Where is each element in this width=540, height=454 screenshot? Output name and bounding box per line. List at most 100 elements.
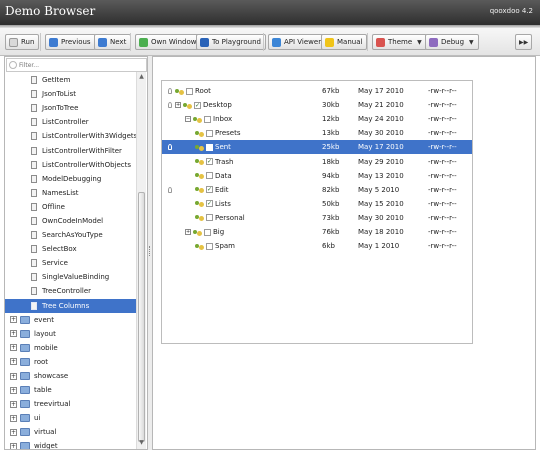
- tree-row[interactable]: + Big 76kb May 18 2010 -rw-r--r--: [162, 225, 472, 239]
- sidebar-category[interactable]: + root: [5, 355, 137, 369]
- sidebar-item-label: ListControllerWithFilter: [42, 146, 122, 155]
- sidebar-category[interactable]: + widget: [5, 439, 137, 449]
- row-checkbox[interactable]: ✓: [194, 101, 201, 109]
- expand-icon[interactable]: +: [10, 316, 17, 324]
- overflow-button[interactable]: ▶▶: [515, 34, 533, 50]
- collapse-icon[interactable]: −: [185, 116, 191, 123]
- sidebar-category[interactable]: + showcase: [5, 369, 137, 383]
- expand-icon[interactable]: +: [10, 344, 17, 352]
- row-checkbox[interactable]: [206, 172, 213, 180]
- row-checkbox[interactable]: ✓: [206, 200, 213, 208]
- expand-icon[interactable]: +: [185, 229, 191, 236]
- row-checkbox[interactable]: [206, 143, 213, 151]
- folder-icon: [20, 372, 30, 381]
- theme-button[interactable]: Theme ▼: [372, 34, 427, 50]
- debug-button[interactable]: Debug ▼: [425, 34, 479, 50]
- tree-row-label: Data: [195, 172, 232, 180]
- tree-row[interactable]: Data 94kb May 13 2010 -rw-r--r--: [162, 169, 472, 183]
- tree-row[interactable]: ✓ Edit 82kb May 5 2010 -rw-r--r--: [162, 183, 472, 197]
- expand-icon[interactable]: +: [10, 372, 17, 380]
- sidebar-item[interactable]: ListControllerWithObjects: [5, 158, 137, 172]
- expand-icon[interactable]: +: [10, 358, 17, 366]
- tree-row[interactable]: Root 67kb May 17 2010 -rw-r--r--: [162, 84, 472, 98]
- sidebar-item[interactable]: GetItem: [5, 73, 137, 87]
- sidebar-item-label: NamesList: [42, 188, 79, 197]
- row-checkbox[interactable]: [204, 115, 211, 123]
- sidebar-item[interactable]: ListControllerWith3Widgets: [5, 129, 137, 143]
- file-icon: [31, 146, 37, 155]
- sidebar-category[interactable]: + mobile: [5, 341, 137, 355]
- sidebar-item[interactable]: SingleValueBinding: [5, 270, 137, 284]
- tree-row-date: May 15 2010: [358, 199, 404, 208]
- filter-field[interactable]: [6, 58, 147, 72]
- theme-label: Theme: [388, 38, 413, 46]
- scroll-up-icon[interactable]: ▲: [137, 73, 146, 82]
- sidebar-category-label: root: [34, 357, 49, 366]
- sidebar-item[interactable]: Service: [5, 256, 137, 270]
- sidebar-category[interactable]: + table: [5, 383, 137, 397]
- to-playground-button[interactable]: To Playground: [196, 34, 266, 50]
- expand-icon[interactable]: +: [10, 400, 17, 408]
- sidebar-category[interactable]: + event: [5, 313, 137, 327]
- expand-icon[interactable]: +: [10, 414, 17, 422]
- sidebar-item[interactable]: Offline: [5, 200, 137, 214]
- tree-row-label: Root: [175, 87, 211, 95]
- sidebar-category[interactable]: + ui: [5, 411, 137, 425]
- run-button[interactable]: Run: [5, 34, 40, 50]
- previous-button[interactable]: Previous: [45, 34, 96, 50]
- tree-row-size: 82kb: [322, 185, 340, 194]
- sidebar-item[interactable]: JsonToList: [5, 87, 137, 101]
- sidebar-item[interactable]: ListControllerWithFilter: [5, 143, 137, 157]
- group-icon: [195, 214, 204, 222]
- tree-row[interactable]: Spam 6kb May 1 2010 -rw-r--r--: [162, 239, 472, 253]
- sidebar-item[interactable]: ModelDebugging: [5, 172, 137, 186]
- tree-row[interactable]: ✓ Trash 18kb May 29 2010 -rw-r--r--: [162, 155, 472, 169]
- folder-icon: [20, 329, 30, 338]
- filter-input[interactable]: [19, 59, 139, 71]
- tree-row-permissions: -rw-r--r--: [428, 199, 457, 208]
- expand-icon[interactable]: +: [175, 102, 181, 109]
- tree-row-name: Root: [195, 87, 211, 96]
- tree-row-permissions: -rw-r--r--: [428, 171, 457, 180]
- tree-row[interactable]: Presets 13kb May 30 2010 -rw-r--r--: [162, 126, 472, 140]
- expand-icon[interactable]: +: [10, 428, 17, 436]
- row-checkbox[interactable]: [206, 129, 213, 137]
- row-checkbox[interactable]: [206, 242, 213, 250]
- sidebar-category[interactable]: + treevirtual: [5, 397, 137, 411]
- tree-row[interactable]: ✓ Lists 50kb May 15 2010 -rw-r--r--: [162, 197, 472, 211]
- sidebar-item-label: SelectBox: [42, 245, 77, 254]
- own-window-button[interactable]: Own Window: [135, 34, 202, 50]
- file-icon: [31, 188, 37, 197]
- row-checkbox[interactable]: [206, 214, 213, 222]
- scrollbar-thumb[interactable]: [138, 192, 145, 442]
- expand-icon[interactable]: +: [10, 330, 17, 338]
- row-checkbox[interactable]: ✓: [206, 158, 213, 166]
- tree-row[interactable]: Sent 25kb May 17 2010 -rw-r--r--: [162, 140, 472, 155]
- expand-icon[interactable]: +: [10, 386, 17, 394]
- scroll-down-icon[interactable]: ▼: [137, 439, 146, 448]
- sidebar-category[interactable]: + layout: [5, 327, 137, 341]
- expand-icon[interactable]: +: [10, 442, 17, 449]
- row-checkbox[interactable]: [204, 228, 211, 236]
- sidebar-item[interactable]: OwnCodeInModel: [5, 214, 137, 228]
- sidebar-item[interactable]: SelectBox: [5, 242, 137, 256]
- row-checkbox[interactable]: ✓: [206, 186, 213, 194]
- sidebar-item[interactable]: Tree Columns: [5, 298, 137, 313]
- manual-button[interactable]: Manual: [321, 34, 368, 50]
- next-button[interactable]: Next: [94, 34, 132, 50]
- api-viewer-button[interactable]: API Viewer: [268, 34, 327, 50]
- tree-row[interactable]: − Inbox 12kb May 24 2010 -rw-r--r--: [162, 112, 472, 126]
- tree-scrollbar[interactable]: ▲ ▼: [136, 72, 146, 449]
- sidebar-item[interactable]: ListController: [5, 115, 137, 129]
- sidebar-category[interactable]: + virtual: [5, 425, 137, 439]
- tree-row-name: Trash: [215, 157, 234, 166]
- tree-row[interactable]: + ✓ Desktop 30kb May 21 2010 -rw-r--r--: [162, 98, 472, 112]
- row-checkbox[interactable]: [186, 87, 193, 95]
- folder-icon: [20, 357, 30, 366]
- sidebar-item[interactable]: SearchAsYouType: [5, 228, 137, 242]
- sidebar-item-label: ListControllerWithObjects: [42, 160, 132, 169]
- tree-row[interactable]: Personal 73kb May 30 2010 -rw-r--r--: [162, 211, 472, 225]
- sidebar-item[interactable]: JsonToTree: [5, 101, 137, 115]
- sidebar-item[interactable]: NamesList: [5, 186, 137, 200]
- sidebar-item[interactable]: TreeController: [5, 284, 137, 298]
